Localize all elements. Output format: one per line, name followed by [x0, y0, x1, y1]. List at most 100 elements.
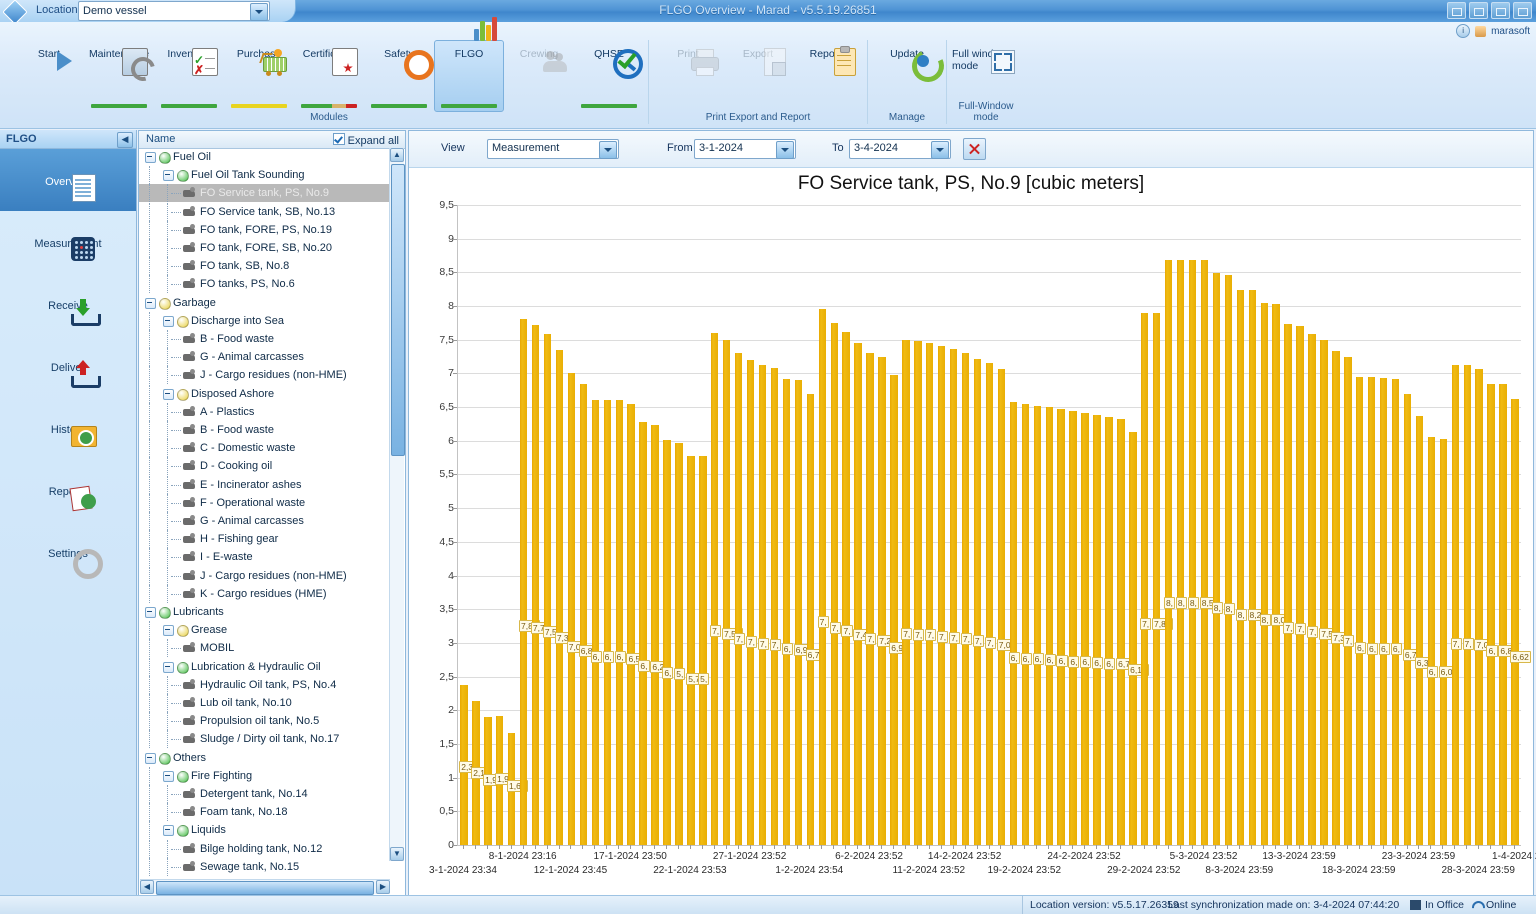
- bar[interactable]: [878, 357, 886, 845]
- info-icon[interactable]: i: [1456, 24, 1471, 38]
- bar[interactable]: [926, 343, 934, 845]
- tree-leaf-node[interactable]: FO Service tank, SB, No.13: [139, 202, 391, 221]
- bar[interactable]: [1200, 260, 1209, 845]
- tree-group-node[interactable]: Disposed Ashore: [139, 384, 391, 403]
- bar[interactable]: [770, 368, 779, 845]
- tree-leaf-node[interactable]: J - Cargo residues (non-HME): [139, 366, 391, 385]
- bar[interactable]: [675, 443, 683, 845]
- tree-leaf-node[interactable]: D - Cooking oil: [139, 457, 391, 476]
- bar[interactable]: [794, 380, 803, 845]
- tree-leaf-node[interactable]: I - E-waste: [139, 548, 391, 567]
- bar[interactable]: [1045, 407, 1053, 845]
- sidebar-item-history[interactable]: History: [0, 397, 136, 459]
- bar[interactable]: [1057, 409, 1065, 845]
- bar[interactable]: [782, 378, 791, 845]
- expand-toggle-icon[interactable]: [145, 152, 156, 163]
- bar[interactable]: [818, 309, 826, 845]
- bar[interactable]: [1105, 417, 1113, 845]
- bar[interactable]: [579, 383, 588, 845]
- tree-leaf-node[interactable]: Propulsion oil tank, No.5: [139, 712, 391, 731]
- bar[interactable]: [1391, 378, 1400, 845]
- bar[interactable]: [519, 318, 528, 845]
- expand-toggle-icon[interactable]: [163, 170, 174, 182]
- chevron-down-icon[interactable]: [931, 141, 949, 159]
- bar[interactable]: [543, 334, 552, 845]
- bar[interactable]: [914, 341, 922, 845]
- tree-horizontal-scrollbar[interactable]: ◀ ▶: [140, 879, 390, 895]
- bar[interactable]: [1320, 339, 1328, 845]
- bar[interactable]: [1439, 438, 1448, 845]
- bar[interactable]: [1236, 289, 1244, 845]
- bar[interactable]: [949, 349, 958, 845]
- bar[interactable]: [1487, 384, 1495, 845]
- bar[interactable]: [711, 333, 719, 845]
- bar[interactable]: [723, 339, 731, 845]
- bar[interactable]: [842, 332, 850, 845]
- tree-group-node[interactable]: Fire Fighting: [139, 766, 391, 785]
- tree-group-node[interactable]: Fuel Oil Tank Sounding: [139, 166, 391, 185]
- bar[interactable]: [1427, 437, 1436, 845]
- bar[interactable]: [567, 373, 576, 845]
- horizontal-scroll-thumb[interactable]: [156, 881, 374, 895]
- bar[interactable]: [1499, 384, 1507, 845]
- tree-leaf-node[interactable]: B - Food waste: [139, 330, 391, 348]
- tree-leaf-node[interactable]: C - Domestic waste: [139, 439, 391, 458]
- tree-leaf-node[interactable]: K - Cargo residues (HME): [139, 584, 391, 603]
- tree-group-node[interactable]: Grease: [139, 621, 391, 640]
- bar[interactable]: [1129, 432, 1137, 845]
- location-select[interactable]: Demo vessel: [78, 1, 270, 21]
- expand-toggle-icon[interactable]: [145, 752, 156, 764]
- ribbon-button-start[interactable]: Start: [14, 40, 84, 112]
- tree-group-node[interactable]: Liquids: [139, 821, 391, 840]
- tree-leaf-node[interactable]: FO tank, FORE, SB, No.20: [139, 239, 391, 257]
- bar[interactable]: [1451, 365, 1459, 845]
- bar[interactable]: [1332, 350, 1340, 845]
- tree-leaf-node[interactable]: Bilge holding tank, No.12: [139, 839, 391, 858]
- bar[interactable]: [651, 425, 659, 845]
- tree-leaf-node[interactable]: FO Service tank, PS, No.9: [139, 184, 391, 203]
- tree-leaf-node[interactable]: E - Incinerator ashes: [139, 475, 391, 494]
- bar[interactable]: [1212, 273, 1221, 845]
- bar[interactable]: [973, 358, 982, 845]
- bar[interactable]: [1356, 376, 1364, 845]
- vertical-scroll-thumb[interactable]: [391, 164, 405, 456]
- expand-toggle-icon[interactable]: [163, 661, 174, 673]
- bar[interactable]: [1367, 377, 1376, 845]
- clear-filter-button[interactable]: [963, 138, 986, 160]
- bar[interactable]: [1021, 403, 1030, 845]
- bar[interactable]: [1248, 289, 1256, 845]
- chevron-down-icon[interactable]: [250, 3, 268, 21]
- bar[interactable]: [1403, 393, 1412, 845]
- bar[interactable]: [615, 399, 623, 845]
- bar[interactable]: [1284, 323, 1292, 845]
- bar[interactable]: [1463, 365, 1471, 845]
- chevron-down-icon[interactable]: [776, 141, 794, 159]
- tree-leaf-node[interactable]: Sewage tank, No.15: [139, 857, 391, 876]
- bar[interactable]: [531, 324, 540, 845]
- tree-leaf-node[interactable]: J - Cargo residues (non-HME): [139, 566, 391, 585]
- tree-leaf-node[interactable]: A - Plastics: [139, 402, 391, 421]
- ribbon-button-certificates[interactable]: Certificates: [294, 40, 364, 112]
- ribbon-button-maintenance[interactable]: Maintenance: [84, 40, 160, 112]
- tree-leaf-node[interactable]: F - Operational waste: [139, 493, 391, 512]
- bar[interactable]: [830, 322, 838, 845]
- expand-toggle-icon[interactable]: [163, 388, 174, 400]
- expand-toggle-icon[interactable]: [163, 770, 174, 782]
- bar[interactable]: [591, 399, 600, 845]
- tree-leaf-node[interactable]: FO tank, SB, No.8: [139, 257, 391, 276]
- tree-leaf-node[interactable]: Sludge / Dirty oil tank, No.17: [139, 730, 391, 749]
- scroll-left-button[interactable]: ◀: [140, 880, 154, 894]
- bar[interactable]: [639, 421, 647, 845]
- expand-toggle-icon[interactable]: [163, 625, 174, 637]
- bar[interactable]: [902, 339, 910, 845]
- tree-leaf-node[interactable]: Foam tank, No.18: [139, 803, 391, 822]
- sidebar-item-receive[interactable]: Receive: [0, 273, 136, 335]
- bar[interactable]: [1224, 275, 1233, 845]
- tree-group-node[interactable]: Discharge into Sea: [139, 311, 391, 330]
- bar[interactable]: [1260, 302, 1268, 845]
- view-select[interactable]: Measurement: [487, 139, 619, 159]
- tree-leaf-node[interactable]: G - Animal carcasses: [139, 348, 391, 367]
- expand-toggle-icon[interactable]: [163, 315, 174, 327]
- bar[interactable]: [1117, 418, 1125, 845]
- tree-leaf-node[interactable]: H - Fishing gear: [139, 530, 391, 549]
